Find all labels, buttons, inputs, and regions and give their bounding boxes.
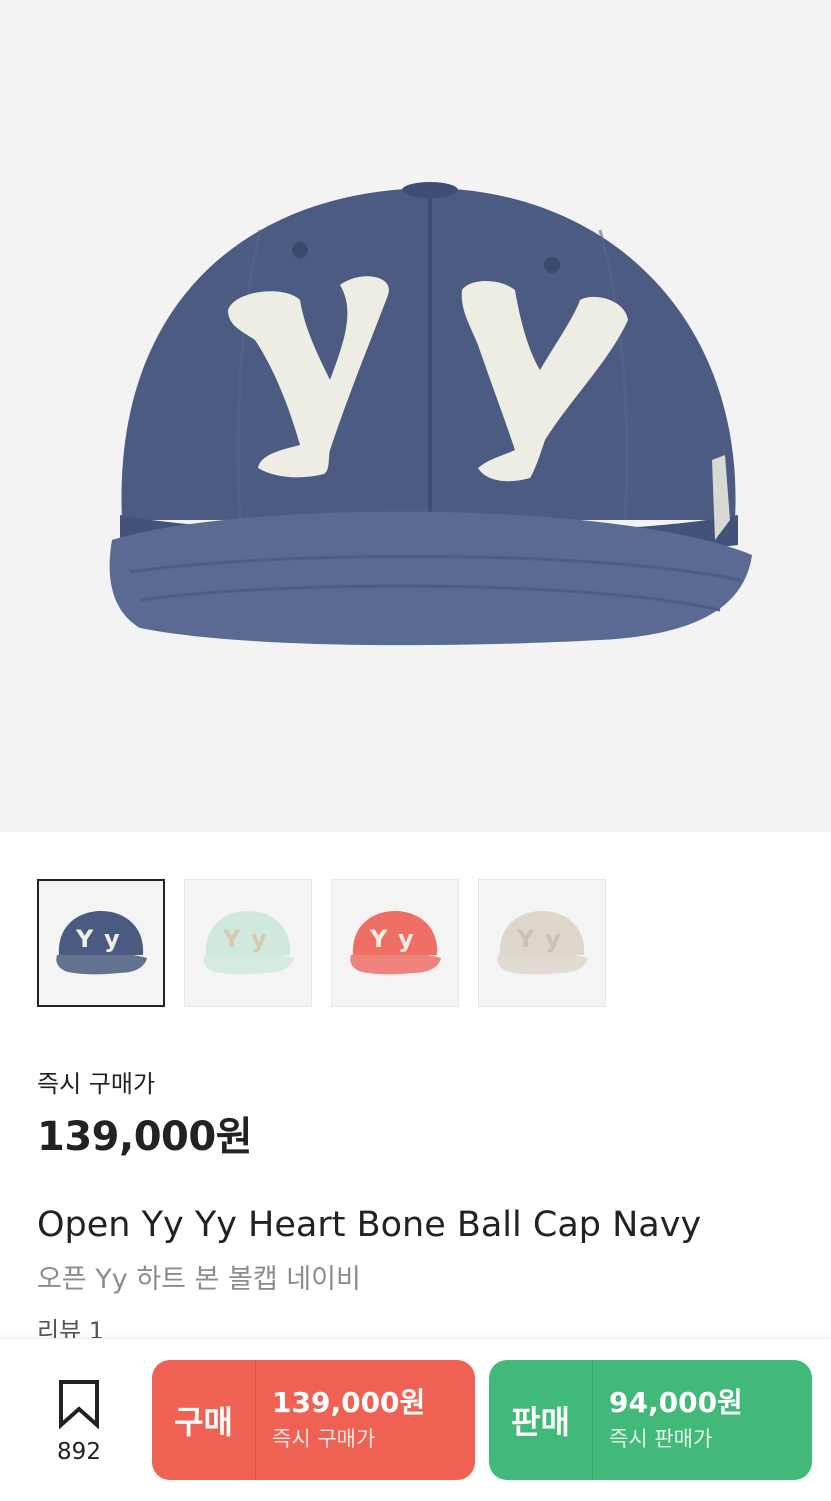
product-name-ko: 오픈 Yy 하트 본 볼캡 네이비 bbox=[37, 1264, 361, 1295]
sell-label: 판매 bbox=[489, 1360, 593, 1480]
cap-thumbnail-icon: Yy bbox=[56, 911, 147, 975]
svg-text:y: y bbox=[104, 925, 120, 953]
bottom-action-bar: 892 구매 139,000원 즉시 구매가 판매 94,000원 즉시 판매가 bbox=[0, 1338, 831, 1501]
navy-ball-cap-yy-image bbox=[109, 182, 752, 646]
bookmark-icon bbox=[57, 1380, 101, 1433]
cap-thumbnail-icon: Yy bbox=[350, 911, 441, 975]
svg-text:Y: Y bbox=[516, 925, 535, 953]
sell-sublabel: 즉시 판매가 bbox=[609, 1427, 713, 1451]
cap-thumbnail-icon: Yy bbox=[497, 911, 588, 975]
buy-sublabel: 즉시 구매가 bbox=[272, 1427, 376, 1451]
bookmark-button[interactable]: 892 bbox=[40, 1379, 118, 1465]
product-hero-image bbox=[0, 0, 831, 832]
bookmark-count: 892 bbox=[57, 1439, 101, 1465]
thumbnail-coral[interactable]: Yy bbox=[331, 879, 459, 1007]
thumbnail-mint[interactable]: Yy bbox=[184, 879, 312, 1007]
svg-text:y: y bbox=[398, 925, 414, 953]
price-value: 139,000원 bbox=[37, 1114, 253, 1160]
sell-button[interactable]: 판매 94,000원 즉시 판매가 bbox=[489, 1360, 812, 1480]
svg-text:Y: Y bbox=[75, 925, 94, 953]
svg-text:Y: Y bbox=[369, 925, 388, 953]
svg-text:Y: Y bbox=[222, 925, 241, 953]
buy-price: 139,000원 bbox=[272, 1386, 426, 1419]
product-name-en: Open Yy Yy Heart Bone Ball Cap Navy bbox=[37, 1205, 702, 1245]
svg-text:y: y bbox=[545, 925, 561, 953]
cap-thumbnail-icon: Yy bbox=[203, 911, 294, 975]
color-thumbnails: YyYyYyYy bbox=[37, 879, 606, 1007]
price-label: 즉시 구매가 bbox=[37, 1070, 156, 1098]
svg-text:y: y bbox=[251, 925, 267, 953]
buy-button[interactable]: 구매 139,000원 즉시 구매가 bbox=[152, 1360, 475, 1480]
thumbnail-beige[interactable]: Yy bbox=[478, 879, 606, 1007]
buy-label: 구매 bbox=[152, 1360, 256, 1480]
thumbnail-navy[interactable]: Yy bbox=[37, 879, 165, 1007]
sell-price: 94,000원 bbox=[609, 1386, 743, 1419]
